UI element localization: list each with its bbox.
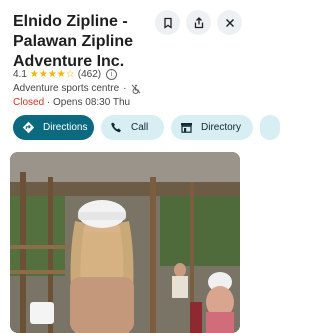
- store-icon: [181, 123, 192, 133]
- photo-illustration: [10, 152, 240, 333]
- close-button[interactable]: [217, 10, 242, 35]
- directions-button[interactable]: Directions: [13, 115, 94, 140]
- save-button[interactable]: [155, 10, 180, 35]
- share-button[interactable]: [186, 10, 211, 35]
- rating-value: 4.1: [13, 69, 27, 80]
- header-actions: [155, 10, 242, 35]
- phone-icon: [111, 122, 121, 133]
- action-chips: Directions Call Directory: [13, 115, 280, 140]
- status-badge: Closed: [13, 97, 45, 108]
- category-row: Adventure sports centre ·: [13, 83, 141, 94]
- opening-hours: · Opens 08:30 Thu: [44, 97, 131, 108]
- star-rating: ★★★★☆: [29, 69, 75, 80]
- share-icon: [194, 16, 203, 28]
- review-count[interactable]: (462): [78, 69, 101, 80]
- rating-row: 4.1 ★★★★☆ (462) i: [13, 69, 118, 80]
- more-actions-chip[interactable]: [260, 115, 280, 140]
- place-photo[interactable]: [10, 152, 240, 333]
- call-button[interactable]: Call: [101, 115, 164, 140]
- info-icon[interactable]: i: [106, 69, 118, 80]
- place-title: Elnido Zipline - Palawan Zipline Adventu…: [13, 13, 134, 70]
- call-label: Call: [131, 122, 149, 133]
- directory-label: Directory: [201, 122, 242, 133]
- directions-icon: [22, 121, 35, 134]
- close-icon: [225, 18, 234, 27]
- bookmark-icon: [163, 17, 172, 29]
- hours-row[interactable]: Closed · Opens 08:30 Thu: [13, 97, 130, 108]
- separator: ·: [123, 83, 127, 94]
- category-label: Adventure sports centre: [13, 83, 120, 94]
- no-wheelchair-icon: [131, 84, 140, 94]
- directory-button[interactable]: Directory: [171, 115, 253, 140]
- directions-label: Directions: [43, 122, 88, 133]
